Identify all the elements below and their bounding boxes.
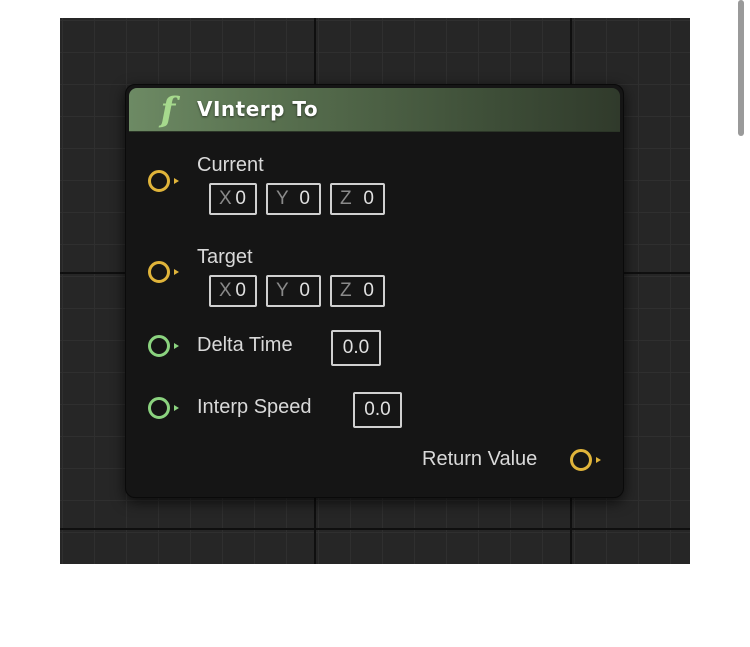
axis-label: X: [219, 280, 232, 301]
return-value-label: Return Value: [422, 448, 538, 470]
axis-label: Y: [276, 280, 289, 301]
axis-label: Z: [340, 280, 352, 301]
node-title: VInterp To: [197, 97, 319, 121]
interp-speed-label: Interp Speed: [197, 396, 312, 418]
axis-value: 0: [363, 280, 374, 301]
current-label: Current: [197, 154, 264, 176]
interp-speed-field[interactable]: 0.0: [353, 392, 402, 428]
axis-label: Z: [340, 188, 352, 209]
current-vector-fields: X 0 Y 0 Z 0: [209, 183, 385, 215]
axis-label: Y: [276, 188, 289, 209]
delta-time-input-pin[interactable]: [147, 334, 181, 358]
delta-time-field[interactable]: 0.0: [331, 330, 381, 366]
target-input-pin[interactable]: [147, 260, 181, 284]
interp-speed-input-pin[interactable]: [147, 396, 181, 420]
node-header[interactable]: f VInterp To: [129, 88, 620, 132]
axis-value: 0: [235, 280, 246, 301]
target-x-field[interactable]: X 0: [209, 275, 257, 307]
function-icon: f: [160, 90, 176, 130]
target-y-field[interactable]: Y 0: [266, 275, 321, 307]
return-value-output-pin[interactable]: [569, 448, 603, 472]
current-x-field[interactable]: X 0: [209, 183, 257, 215]
target-z-field[interactable]: Z 0: [330, 275, 385, 307]
axis-value: 0: [299, 280, 310, 301]
vinterp-to-node[interactable]: f VInterp To Current X 0 Y 0 Z 0 Target: [125, 84, 624, 498]
target-vector-fields: X 0 Y 0 Z 0: [209, 275, 385, 307]
current-input-pin[interactable]: [147, 169, 181, 193]
delta-time-label: Delta Time: [197, 334, 293, 356]
current-z-field[interactable]: Z 0: [330, 183, 385, 215]
axis-label: X: [219, 188, 232, 209]
vertical-scrollbar[interactable]: [738, 0, 744, 136]
axis-value: 0: [299, 188, 310, 209]
axis-value: 0: [235, 188, 246, 209]
axis-value: 0: [363, 188, 374, 209]
current-y-field[interactable]: Y 0: [266, 183, 321, 215]
target-label: Target: [197, 246, 253, 268]
